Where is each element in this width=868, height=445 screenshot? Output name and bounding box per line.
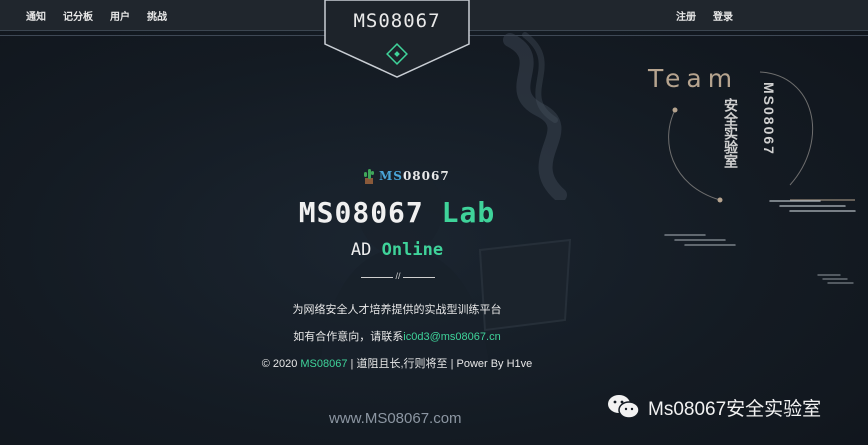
team-en: MS08067 xyxy=(761,82,777,156)
nav-challenges[interactable]: 挑战 xyxy=(147,8,167,23)
diamond-icon xyxy=(386,43,408,65)
nav-register[interactable]: 注册 xyxy=(676,8,696,23)
page-title: MS08067 Lab xyxy=(298,196,496,229)
tagline: 为网络安全人才培养提供的实战型训练平台 xyxy=(292,304,502,316)
sub-logo-text: MS08067 xyxy=(379,169,450,183)
nav-scoreboard[interactable]: 记分板 xyxy=(63,8,93,23)
team-word: Team xyxy=(648,64,739,93)
wechat-icon xyxy=(608,395,640,419)
title-divider: // xyxy=(361,271,435,283)
wechat-watermark: Ms08067安全实验室 xyxy=(606,393,821,421)
footer-line: © 2020 MS08067 | 道阻且长,行则将至 | Power By H1… xyxy=(261,358,533,370)
nav-right: 注册 登录 xyxy=(676,8,733,23)
site-url: www.MS08067.com xyxy=(329,410,462,427)
page-subtitle: AD Online xyxy=(350,240,444,260)
sub-logo: MS08067 xyxy=(362,167,450,185)
contact-line: 如有合作意向，请联系ic0d3@ms08067.cn xyxy=(293,331,501,343)
nav-login[interactable]: 登录 xyxy=(713,8,733,23)
nav-left: 通知 记分板 用户 挑战 xyxy=(26,8,167,23)
nav-notifications[interactable]: 通知 xyxy=(26,8,46,23)
logo-text[interactable]: MS08067 xyxy=(324,10,470,32)
contact-email-link[interactable]: ic0d3@ms08067.cn xyxy=(403,331,500,343)
footer-brand-link[interactable]: MS08067 xyxy=(300,358,347,370)
team-cn: 安全实验室 xyxy=(723,98,739,168)
wave-decoration xyxy=(817,274,854,284)
nav-users[interactable]: 用户 xyxy=(110,8,130,23)
cactus-icon xyxy=(364,169,374,184)
wechat-text: Ms08067安全实验室 xyxy=(648,398,822,420)
